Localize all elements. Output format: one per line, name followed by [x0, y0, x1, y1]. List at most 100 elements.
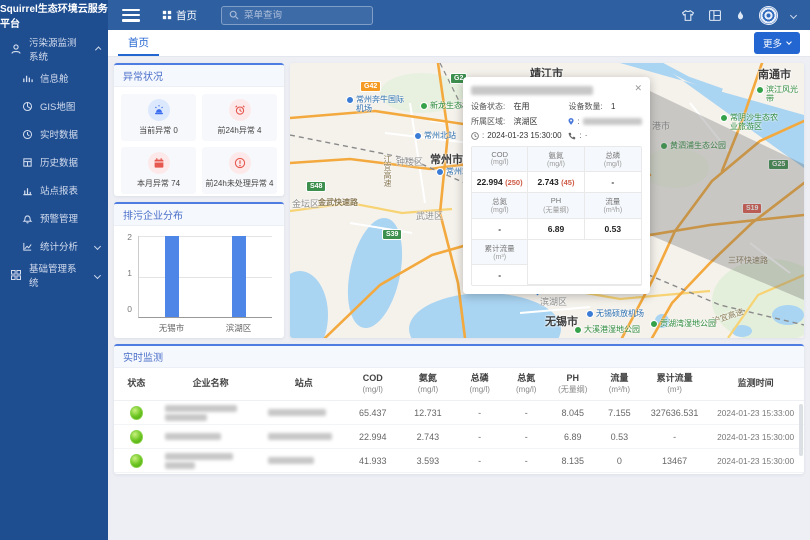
- status-cell: [114, 406, 159, 420]
- sidebar-section-base-mgmt[interactable]: 基础管理系统: [0, 260, 108, 290]
- menu-toggle-icon[interactable]: [122, 9, 140, 22]
- metric-header: 流量(m³/h): [585, 193, 641, 219]
- tp-cell: -: [456, 432, 504, 442]
- column-header: 状态: [114, 378, 159, 389]
- time-cell: 2024-01-23 15:33:00: [707, 408, 804, 418]
- sidebar-item-stat-analysis[interactable]: 统计分析: [0, 232, 108, 260]
- sidebar-item-warning-mgmt[interactable]: 预警管理: [0, 204, 108, 232]
- tn-cell: -: [504, 408, 549, 418]
- search-input[interactable]: [244, 10, 365, 21]
- metric-header: PH(无量纲): [528, 193, 584, 219]
- sidebar-item-station-report[interactable]: 站点报表: [0, 176, 108, 204]
- station-cell: [262, 433, 345, 440]
- left-column: 异常状况 当前异常 0 前24h异常 4: [114, 63, 284, 338]
- card-24h-abnormal[interactable]: 前24h异常 4: [202, 94, 277, 141]
- sidebar-section-pollution-monitor[interactable]: 污染源监测系统: [0, 34, 108, 64]
- theme-shirt-icon[interactable]: [681, 9, 695, 22]
- company-name-cell: [159, 453, 263, 469]
- map-poi-park: 大溪港湿地公园: [574, 325, 640, 334]
- card-current-abnormal[interactable]: 当前异常 0: [121, 94, 196, 141]
- metric-header: 氨氮(mg/l): [528, 147, 584, 172]
- column-header: 企业名称: [159, 378, 263, 389]
- map-poi-park: 滨江风光带: [756, 85, 804, 103]
- layout-panels-icon[interactable]: [708, 9, 722, 22]
- more-button[interactable]: 更多: [754, 32, 800, 54]
- total-flow-cell: -: [642, 432, 708, 442]
- status-cell: [114, 454, 159, 468]
- sidebar-item-info-cabin[interactable]: 信息舱: [0, 64, 108, 92]
- monitor-table: 状态 企业名称 站点 COD(mg/l) 氨氮(mg/l) 总磷(mg/l) 总…: [114, 368, 804, 473]
- status-online-dot: [130, 406, 143, 420]
- total-flow-cell: 13467: [642, 456, 708, 466]
- card-month-abnormal[interactable]: 本月异常 74: [121, 147, 196, 194]
- flow-cell: 0: [597, 456, 642, 466]
- park-marker-icon: [650, 320, 658, 328]
- avatar[interactable]: [759, 6, 778, 25]
- status-cards: 当前异常 0 前24h异常 4 本月异常 74: [114, 87, 284, 196]
- header-home-link[interactable]: 首页: [162, 8, 197, 23]
- map-label-city: 常州市: [430, 151, 463, 167]
- clock-icon: [22, 129, 33, 140]
- popup-device-info: 设备状态: 在用 设备数量: 1 所属区域: 滨湖区 : : 2024-01-2…: [471, 101, 642, 140]
- base-system-icon: [10, 269, 22, 281]
- bar-chart: 2 1 0 无锡市滨湖区: [120, 230, 274, 338]
- metric-value: 22.994 (250): [472, 172, 528, 193]
- road-shield: S48: [306, 181, 326, 192]
- sidebar-item-realtime-data[interactable]: 实时数据: [0, 120, 108, 148]
- metric-header: 总磷(mg/l): [585, 147, 641, 172]
- sidebar-item-gis-map[interactable]: GIS地图: [0, 92, 108, 120]
- map-label-city: 南通市: [758, 66, 791, 82]
- tp-cell: -: [456, 456, 504, 466]
- panel-title: 实时监测: [114, 346, 804, 368]
- time-cell: 2024-01-23 15:30:00: [707, 432, 804, 442]
- chevron-down-icon: [786, 39, 792, 45]
- metric-value: 0.53: [585, 219, 641, 240]
- menu-search[interactable]: [221, 6, 373, 25]
- table-row[interactable]: 41.933 3.593 - - 8.135 0 13467 2024-01-2…: [114, 449, 804, 473]
- panel-title: 排污企业分布: [114, 204, 284, 226]
- monitor-system-icon: [10, 43, 22, 55]
- bar-无锡市: [165, 236, 179, 317]
- sidebar-section-label: 污染源监测系统: [29, 35, 82, 63]
- alarm-clock-icon: [229, 99, 251, 121]
- park-marker-icon: [756, 86, 764, 94]
- table-row[interactable]: 65.437 12.731 - - 8.045 7.155 327636.531…: [114, 401, 804, 425]
- popup-close-icon[interactable]: ✕: [634, 84, 642, 93]
- flow-cell: 7.155: [597, 408, 642, 418]
- sidebar-section-label: 基础管理系统: [29, 261, 81, 289]
- time-cell: 2024-01-23 15:30:00: [707, 456, 804, 466]
- tab-home[interactable]: 首页: [118, 30, 159, 56]
- park-marker-icon: [720, 114, 728, 122]
- company-name-cell: [159, 433, 263, 440]
- metric-header: 累计流量(m³): [472, 240, 528, 265]
- bar-chart-icon: [22, 73, 33, 84]
- pie-map-icon: [22, 101, 33, 112]
- road-shield: S39: [382, 229, 402, 240]
- column-header: 总磷(mg/l): [456, 373, 504, 394]
- siren-icon: [148, 99, 170, 121]
- gis-map[interactable]: G42 G2 S229 S48 S39 S38 S19 G25 靖江市 南通市 …: [290, 63, 804, 338]
- flame-icon[interactable]: [735, 9, 746, 22]
- redacted-company-name: [471, 86, 593, 95]
- column-header: 监测时间: [707, 378, 804, 389]
- metric-header: COD(mg/l): [472, 147, 528, 172]
- map-label-district: 滨湖区: [540, 295, 567, 308]
- metric-value: -: [472, 219, 528, 240]
- table-scrollbar-thumb[interactable]: [799, 404, 803, 456]
- sidebar-item-history-data[interactable]: 历史数据: [0, 148, 108, 176]
- status-online-dot: [130, 430, 143, 444]
- table-row[interactable]: 22.994 2.743 - - 6.89 0.53 - 2024-01-23 …: [114, 425, 804, 449]
- panel-title: 异常状况: [114, 65, 284, 87]
- cod-cell: 41.933: [345, 456, 400, 466]
- x-axis-labels: 无锡市滨湖区: [138, 322, 272, 334]
- line-chart-icon: [22, 241, 33, 252]
- popup-metrics-table: COD(mg/l) 氨氮(mg/l) 总磷(mg/l) 22.994 (250)…: [471, 146, 642, 286]
- user-menu-chevron-icon[interactable]: [790, 11, 797, 18]
- card-24h-unhandled-abnormal[interactable]: 前24h未处理异常 4: [202, 147, 277, 194]
- realtime-monitor-panel: 实时监测 状态 企业名称 站点 COD(mg/l) 氨氮(mg/l) 总磷(mg…: [114, 344, 804, 474]
- map-poi-airport: 无锡硕放机场: [586, 309, 644, 318]
- map-label-district: 武进区: [416, 209, 443, 222]
- enterprise-distribution-panel: 排污企业分布 2 1 0 无锡市滨湖区: [114, 202, 284, 338]
- map-label-road: 江宜高速: [382, 155, 393, 187]
- company-name-cell: [159, 405, 263, 421]
